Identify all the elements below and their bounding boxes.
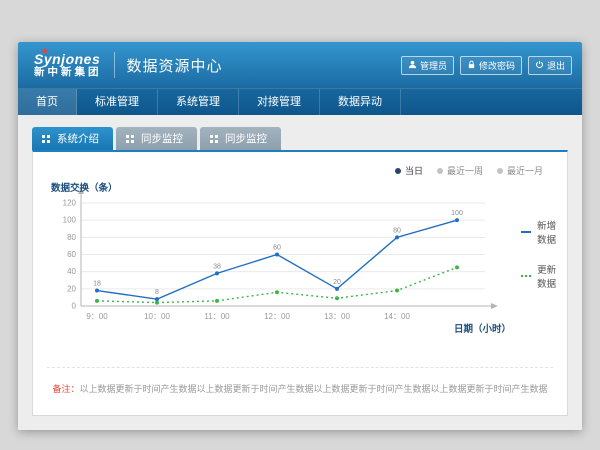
svg-text:14：00: 14：00 (384, 312, 410, 321)
time-filter-month[interactable]: 最近一月 (497, 164, 543, 177)
svg-text:60: 60 (273, 245, 281, 252)
desktop-background: * Synjones 新中新集团 数据资源中心 管理员 修改密码 (0, 0, 600, 450)
time-filter-month-label: 最近一月 (507, 164, 543, 177)
footnote-label: 备注： (52, 384, 79, 394)
chart-panel: 当日 最近一周 最近一月 0 20 40 60 80 100 120 9：00 10：00 11：… (32, 150, 568, 416)
tab-sync-monitor-2-label: 同步监控 (225, 131, 267, 146)
bullet-icon (395, 168, 401, 174)
svg-text:20: 20 (67, 284, 76, 293)
tab-bar: 系统介绍 同步监控 同步监控 (32, 127, 568, 150)
admin-button[interactable]: 管理员 (401, 56, 454, 75)
line-chart: 0 20 40 60 80 100 120 9：00 10：00 11：00 12：00 13：00 1… (47, 179, 517, 339)
chart-row: 0 20 40 60 80 100 120 9：00 10：00 11：00 12：00 13：00 1… (47, 179, 553, 339)
grid-icon (42, 135, 45, 138)
dotted-line-icon (521, 275, 531, 277)
nav-item-standard-mgmt[interactable]: 标准管理 (77, 89, 158, 115)
svg-text:日期（小时）: 日期（小时） (454, 323, 511, 335)
svg-text:8: 8 (155, 289, 159, 296)
bullet-icon (497, 168, 503, 174)
svg-text:20: 20 (333, 279, 341, 286)
svg-text:100: 100 (451, 210, 463, 217)
tab-sync-monitor-1-label: 同步监控 (141, 131, 183, 146)
legend-update-data-label: 更新数据 (537, 262, 556, 290)
legend-item-new-data[interactable]: 新增数据 (521, 218, 557, 246)
grid-icon (126, 135, 129, 138)
app-header: * Synjones 新中新集团 数据资源中心 管理员 修改密码 (18, 42, 582, 88)
time-filter-today-label: 当日 (405, 164, 423, 177)
solid-line-icon (521, 231, 531, 233)
nav-item-home[interactable]: 首页 (18, 89, 77, 115)
header-actions: 管理员 修改密码 退出 (401, 56, 572, 75)
logo-star-icon: * (42, 45, 47, 61)
user-icon (408, 60, 417, 71)
svg-text:80: 80 (393, 227, 401, 234)
nav-item-connect-mgmt[interactable]: 对接管理 (239, 89, 320, 115)
svg-text:38: 38 (213, 263, 221, 270)
svg-text:11：00: 11：00 (204, 312, 230, 321)
tab-system-intro[interactable]: 系统介绍 (32, 127, 113, 150)
main-nav: 首页 标准管理 系统管理 对接管理 数据异动 (18, 88, 582, 115)
header-divider (114, 52, 115, 78)
lock-icon (467, 60, 476, 71)
svg-text:80: 80 (67, 233, 76, 242)
nav-item-data-change[interactable]: 数据异动 (320, 89, 401, 115)
svg-text:12：00: 12：00 (264, 312, 290, 321)
svg-text:120: 120 (63, 199, 77, 208)
svg-text:10：00: 10：00 (144, 312, 170, 321)
change-password-button-label: 修改密码 (479, 59, 515, 72)
time-filter-legend: 当日 最近一周 最近一月 (47, 160, 553, 179)
logout-button[interactable]: 退出 (528, 56, 572, 75)
app-window: * Synjones 新中新集团 数据资源中心 管理员 修改密码 (18, 42, 582, 430)
tab-sync-monitor-2[interactable]: 同步监控 (200, 127, 281, 150)
series-legend: 新增数据 更新数据 (521, 218, 557, 300)
time-filter-week[interactable]: 最近一周 (437, 164, 483, 177)
svg-text:0: 0 (72, 302, 77, 311)
footnote-text: 以上数据更新于时间产生数据以上数据更新于时间产生数据以上数据更新于时间产生数据以… (80, 384, 548, 394)
tab-sync-monitor-1[interactable]: 同步监控 (116, 127, 197, 150)
app-title: 数据资源中心 (127, 55, 223, 76)
footnote: 备注：以上数据更新于时间产生数据以上数据更新于时间产生数据以上数据更新于时间产生… (47, 367, 553, 395)
time-filter-week-label: 最近一周 (447, 164, 483, 177)
admin-button-label: 管理员 (420, 59, 447, 72)
legend-item-update-data[interactable]: 更新数据 (521, 262, 557, 290)
change-password-button[interactable]: 修改密码 (460, 56, 522, 75)
svg-text:13：00: 13：00 (324, 312, 350, 321)
nav-item-system-mgmt[interactable]: 系统管理 (158, 89, 239, 115)
svg-text:40: 40 (67, 267, 76, 276)
company-name: 新中新集团 (34, 66, 102, 79)
legend-new-data-label: 新增数据 (537, 218, 556, 246)
time-filter-today[interactable]: 当日 (395, 164, 423, 177)
grid-icon (210, 135, 213, 138)
svg-text:18: 18 (93, 281, 101, 288)
bullet-icon (437, 168, 443, 174)
svg-text:100: 100 (63, 216, 77, 225)
logout-button-label: 退出 (547, 59, 565, 72)
content-area: 系统介绍 同步监控 同步监控 当日 (18, 115, 582, 430)
synjones-logo: * Synjones 新中新集团 (28, 52, 102, 79)
power-icon (535, 60, 544, 71)
svg-text:数据交换（条）: 数据交换（条） (50, 182, 118, 194)
svg-text:9：00: 9：00 (86, 312, 108, 321)
tab-system-intro-label: 系统介绍 (57, 131, 99, 146)
svg-text:60: 60 (67, 250, 76, 259)
